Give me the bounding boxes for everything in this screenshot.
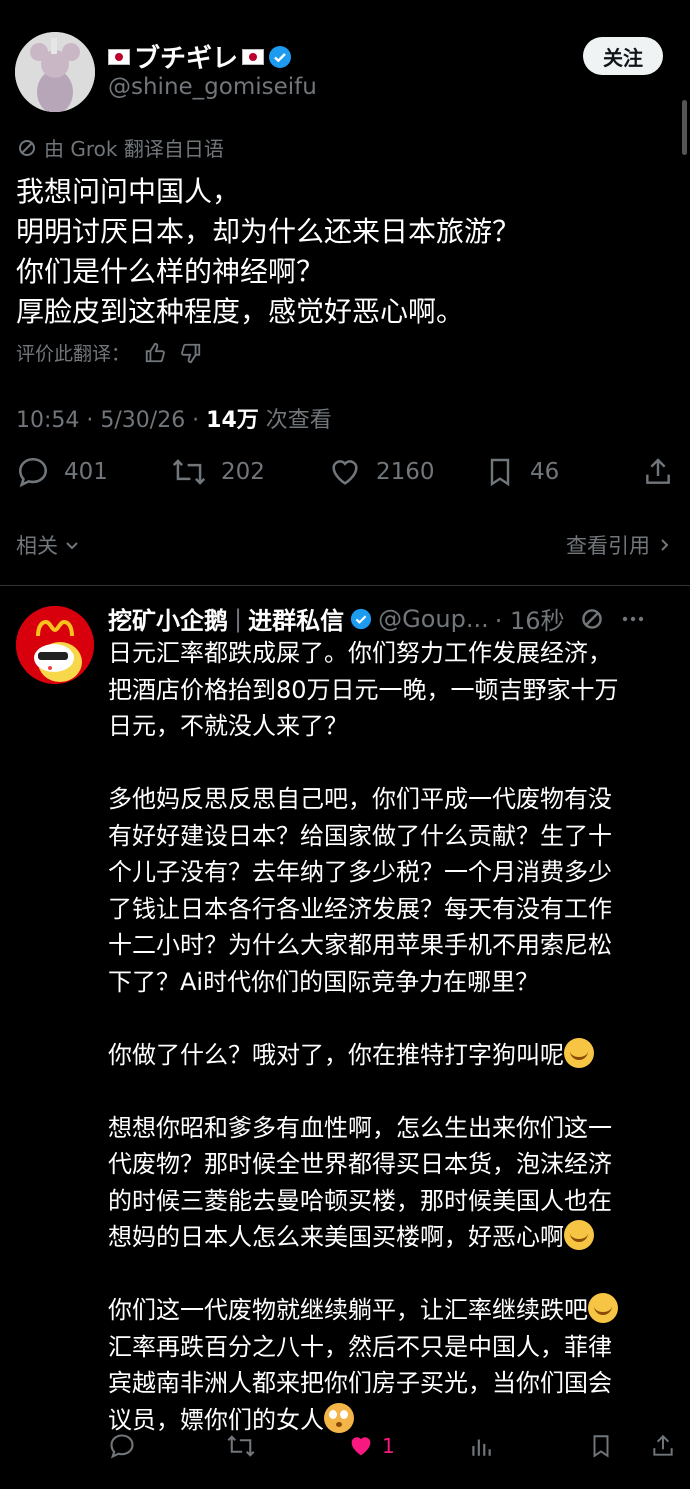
thumbs-up-icon[interactable] bbox=[144, 342, 166, 364]
japan-flag-icon bbox=[242, 48, 265, 65]
japan-flag-icon bbox=[108, 48, 130, 65]
bar-chart-icon bbox=[468, 1432, 494, 1460]
verified-badge-icon bbox=[350, 608, 372, 630]
more-options-icon[interactable] bbox=[621, 615, 645, 623]
like-button[interactable]: 2160 bbox=[328, 455, 435, 489]
post-text-line: 厚脸皮到这种程度，感觉好恶心啊。 bbox=[16, 295, 465, 328]
reply-button[interactable] bbox=[108, 1432, 136, 1460]
user-handle[interactable]: @shine_gomiseifu bbox=[108, 74, 317, 100]
flushed-face-emoji-icon bbox=[324, 1402, 354, 1433]
bookmark-button[interactable]: 46 bbox=[484, 455, 559, 489]
name-separator: | bbox=[234, 604, 243, 633]
post-text: 我想问问中国人， 明明讨厌日本，却为什么还来日本旅游？ 你们是什么样的神经啊？ … bbox=[16, 172, 656, 332]
reply-paragraph: 想想你昭和爹多有血性啊，怎么生出来你们这一 代废物？那时候全世界都得买日本货，泡… bbox=[108, 1113, 612, 1252]
display-name[interactable]: ブチギレ bbox=[108, 38, 292, 75]
post-meta: 10:54 · 5/30/26 · 14万 次查看 bbox=[16, 408, 332, 433]
rolling-laughing-emoji-icon bbox=[588, 1293, 618, 1323]
post-text-line: 你们是什么样的神经啊？ bbox=[16, 255, 325, 288]
post-text-line: 我想问问中国人， bbox=[16, 175, 241, 208]
reply-icon bbox=[16, 455, 50, 489]
heart-filled-icon bbox=[346, 1432, 376, 1460]
post-text-line: 明明讨厌日本，却为什么还来日本旅游？ bbox=[16, 215, 521, 248]
reply-time[interactable]: · 16秒 bbox=[495, 601, 565, 636]
avatar[interactable] bbox=[15, 32, 95, 112]
rolling-laughing-emoji-icon bbox=[564, 1220, 594, 1250]
bookmark-icon bbox=[484, 455, 516, 489]
related-dropdown[interactable]: 相关 bbox=[16, 530, 80, 560]
reply-paragraph: 日元汇率都跌成屎了。你们努力工作发展经济， 把酒店价格抬到80万日元一晚，一顿吉… bbox=[108, 639, 619, 740]
rolling-laughing-emoji-icon bbox=[564, 1037, 594, 1068]
repost-icon bbox=[226, 1432, 256, 1460]
heart-icon bbox=[328, 455, 362, 489]
repost-icon bbox=[171, 455, 207, 489]
repost-button[interactable]: 202 bbox=[171, 455, 265, 489]
reply-header: 挖矿小企鹅 | 进群私信 @Goup... · 16秒 bbox=[108, 601, 645, 636]
share-icon bbox=[642, 455, 674, 489]
grok-icon bbox=[18, 139, 36, 157]
divider bbox=[0, 585, 690, 586]
reply-paragraph: 你们这一代废物就继续躺平，让汇率继续跌吧 汇率再跌百分之八十，然后不只是中国人，… bbox=[108, 1292, 668, 1438]
grok-icon[interactable] bbox=[581, 608, 603, 630]
reply-text: 日元汇率都跌成屎了。你们努力工作发展经济， 把酒店价格抬到80万日元一晚，一顿吉… bbox=[108, 635, 668, 1438]
bookmark-icon bbox=[588, 1432, 614, 1460]
reply-button[interactable]: 401 bbox=[16, 455, 108, 489]
reply-avatar[interactable] bbox=[16, 606, 94, 684]
reply-icon bbox=[108, 1432, 136, 1460]
reply-group-label[interactable]: 进群私信 bbox=[248, 601, 344, 636]
view-quotes-link[interactable]: 查看引用 bbox=[566, 530, 672, 560]
chevron-right-icon bbox=[656, 537, 672, 553]
translation-note: 由 Grok 翻译自日语 bbox=[18, 133, 224, 162]
post-actions: 401 202 2160 46 bbox=[16, 455, 676, 497]
share-button[interactable] bbox=[650, 1432, 676, 1460]
scrollbar[interactable] bbox=[682, 100, 687, 155]
reply-actions: 1 bbox=[108, 1432, 673, 1472]
thumbs-down-icon[interactable] bbox=[180, 342, 202, 364]
like-button[interactable]: 1 bbox=[346, 1432, 395, 1460]
share-button[interactable] bbox=[642, 455, 674, 489]
share-icon bbox=[650, 1432, 676, 1460]
views-button[interactable] bbox=[468, 1432, 494, 1460]
repost-button[interactable] bbox=[226, 1432, 256, 1460]
follow-button[interactable]: 关注 bbox=[583, 37, 663, 75]
reply-paragraph: 多他妈反思反思自己吧，你们平成一代废物有没 有好好建设日本？给国家做了什么贡献？… bbox=[108, 785, 612, 996]
bookmark-button[interactable] bbox=[588, 1432, 614, 1460]
chevron-down-icon bbox=[64, 537, 80, 553]
verified-badge-icon bbox=[268, 45, 292, 69]
reply-display-name[interactable]: 挖矿小企鹅 bbox=[108, 601, 228, 636]
translation-rating: 评价此翻译： bbox=[16, 339, 202, 366]
reply-handle[interactable]: @Goup... bbox=[378, 605, 489, 633]
reply-paragraph: 你做了什么？哦对了，你在推特打字狗叫呢 bbox=[108, 1037, 668, 1074]
